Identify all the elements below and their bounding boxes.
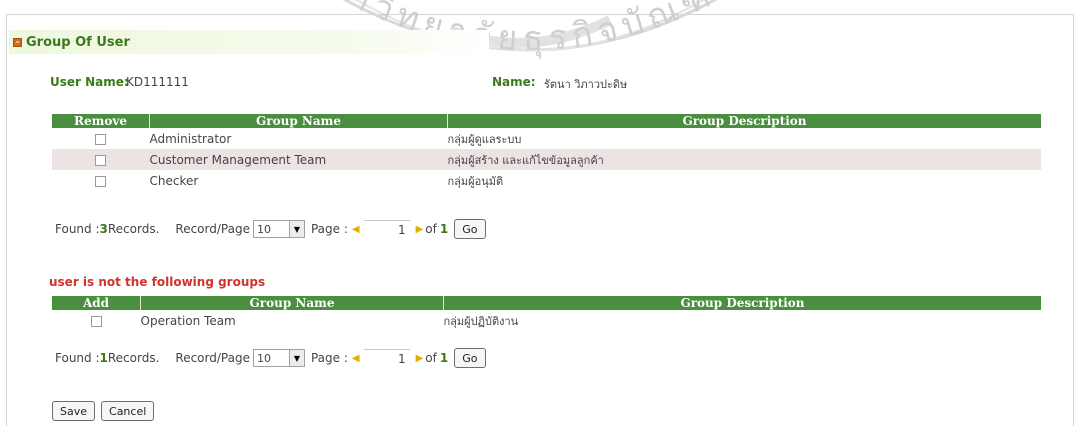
column-header-group-name: Group Name bbox=[149, 114, 448, 128]
nonmember-groups-table: Add Group Name Group Description Operati… bbox=[52, 296, 1041, 331]
column-header-group-description: Group Description bbox=[447, 114, 1041, 128]
page-label: Page : bbox=[310, 351, 348, 365]
remove-checkbox[interactable] bbox=[95, 175, 107, 187]
found-suffix: Records. bbox=[107, 351, 160, 365]
record-count: 3 bbox=[99, 222, 108, 236]
record-per-page-value: 10 bbox=[256, 222, 271, 236]
of-label: of bbox=[425, 222, 437, 236]
page-label: Page : bbox=[310, 222, 348, 236]
username-value: KD111111 bbox=[126, 75, 189, 89]
record-count: 1 bbox=[99, 351, 108, 365]
panel-header: – Group Of User bbox=[9, 30, 489, 54]
group-name-cell: Administrator bbox=[149, 131, 232, 146]
page-number-input[interactable] bbox=[363, 220, 410, 238]
group-description-cell: กลุ่มผู้อนุมัติ bbox=[447, 174, 504, 188]
nonmember-section-title: user is not the following groups bbox=[49, 275, 266, 289]
remove-checkbox[interactable] bbox=[95, 154, 107, 166]
column-header-group-description: Group Description bbox=[443, 296, 1041, 310]
add-checkbox[interactable] bbox=[90, 315, 102, 327]
total-pages: 1 bbox=[439, 222, 449, 236]
save-button[interactable]: Save bbox=[52, 401, 96, 421]
next-page-icon[interactable]: ▶ bbox=[416, 224, 424, 235]
page-number-input[interactable] bbox=[363, 349, 410, 367]
next-page-icon[interactable]: ▶ bbox=[416, 353, 424, 364]
chevron-down-icon[interactable]: ▼ bbox=[288, 350, 304, 366]
table-row: Administrator กลุ่มผู้ดูแลระบบ bbox=[52, 128, 1041, 149]
group-description-cell: กลุ่มผู้สร้าง และแก้ไขข้อมูลลูกค้า bbox=[447, 149, 1041, 170]
table-row: Customer Management Team กลุ่มผู้สร้าง แ… bbox=[52, 149, 1041, 170]
previous-page-icon[interactable]: ◀ bbox=[352, 353, 360, 364]
chevron-down-icon[interactable]: ▼ bbox=[288, 221, 304, 237]
nonmember-groups-pager: Found : 1 Records. Record/Page 10 ▼ Page… bbox=[55, 347, 486, 369]
group-description-cell: กลุ่มผู้ดูแลระบบ bbox=[447, 132, 522, 146]
previous-page-icon[interactable]: ◀ bbox=[352, 224, 360, 235]
column-header-add: Add bbox=[52, 296, 141, 310]
member-groups-table: Remove Group Name Group Description Admi… bbox=[52, 114, 1041, 191]
record-per-page-label: Record/Page bbox=[175, 351, 250, 365]
name-value: รัตนา วิภาวปะดิษ bbox=[544, 78, 628, 91]
form-actions: Save Cancel bbox=[52, 401, 155, 421]
collapse-toggle-icon[interactable]: – bbox=[13, 37, 22, 47]
column-header-group-name: Group Name bbox=[140, 296, 444, 310]
table-row: Checker กลุ่มผู้อนุมัติ bbox=[52, 170, 1041, 191]
name-label: Name: bbox=[492, 75, 536, 89]
record-per-page-value: 10 bbox=[256, 351, 271, 365]
remove-checkbox[interactable] bbox=[95, 133, 107, 145]
go-button[interactable]: Go bbox=[454, 219, 486, 239]
go-button[interactable]: Go bbox=[454, 348, 486, 368]
record-per-page-select[interactable]: 10 ▼ bbox=[252, 349, 305, 367]
table-row: Operation Team กลุ่มผู้ปฏิบัติงาน bbox=[52, 310, 1041, 331]
username-label: User Name: bbox=[50, 75, 129, 89]
group-description-cell: กลุ่มผู้ปฏิบัติงาน bbox=[443, 314, 519, 328]
of-label: of bbox=[425, 351, 437, 365]
column-header-remove: Remove bbox=[52, 114, 150, 128]
panel-title: Group Of User bbox=[26, 34, 130, 50]
member-groups-pager: Found : 3 Records. Record/Page 10 ▼ Page… bbox=[55, 218, 486, 240]
found-prefix: Found : bbox=[55, 222, 100, 236]
found-suffix: Records. bbox=[107, 222, 160, 236]
record-per-page-select[interactable]: 10 ▼ bbox=[252, 220, 305, 238]
record-per-page-label: Record/Page bbox=[175, 222, 250, 236]
cancel-button[interactable]: Cancel bbox=[101, 401, 155, 421]
group-name-cell: Operation Team bbox=[140, 313, 236, 328]
found-prefix: Found : bbox=[55, 351, 100, 365]
total-pages: 1 bbox=[439, 351, 449, 365]
group-name-cell: Customer Management Team bbox=[149, 149, 448, 170]
group-name-cell: Checker bbox=[149, 173, 199, 188]
